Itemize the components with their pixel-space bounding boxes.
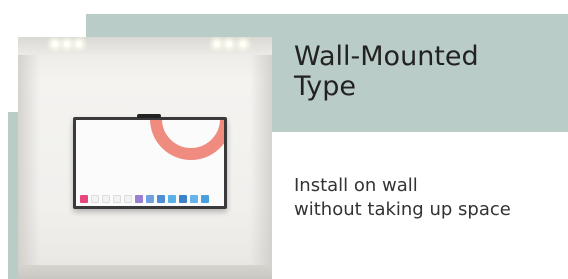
- app-icon: [80, 195, 88, 203]
- app-icon: [135, 195, 143, 203]
- app-icon: [190, 195, 198, 203]
- app-icon: [157, 195, 165, 203]
- description-line-2: without taking up space: [294, 199, 511, 220]
- description-line-1: Install on wall: [294, 175, 418, 196]
- app-icon: [146, 195, 154, 203]
- ceiling-light-icon: [226, 41, 232, 47]
- ceiling-light-icon: [64, 41, 70, 47]
- app-icon: [168, 195, 176, 203]
- description: Install on wall without taking up space: [294, 174, 511, 222]
- app-icon: [179, 195, 187, 203]
- app-icon: [124, 195, 132, 203]
- app-icon: [91, 195, 99, 203]
- app-icon: [113, 195, 121, 203]
- ceiling-light-icon: [52, 41, 58, 47]
- title-line-1: Wall-Mounted: [294, 41, 479, 72]
- app-icon: [102, 195, 110, 203]
- app-icon: [201, 195, 209, 203]
- display-screen: [76, 120, 224, 206]
- wall-shading-right: [250, 55, 272, 279]
- ceiling: [18, 37, 272, 55]
- app-dock: [80, 195, 209, 203]
- wall-shading-left: [18, 55, 40, 279]
- product-photo: [18, 37, 272, 279]
- floor: [18, 265, 272, 279]
- ceiling-light-icon: [240, 41, 246, 47]
- page-title: Wall-Mounted Type: [294, 42, 479, 102]
- screen-arc-graphic: [150, 120, 224, 160]
- ceiling-light-icon: [76, 41, 82, 47]
- wall-display: [73, 114, 227, 209]
- ceiling-light-icon: [214, 41, 220, 47]
- title-line-2: Type: [294, 71, 357, 102]
- camera-bar: [137, 114, 161, 118]
